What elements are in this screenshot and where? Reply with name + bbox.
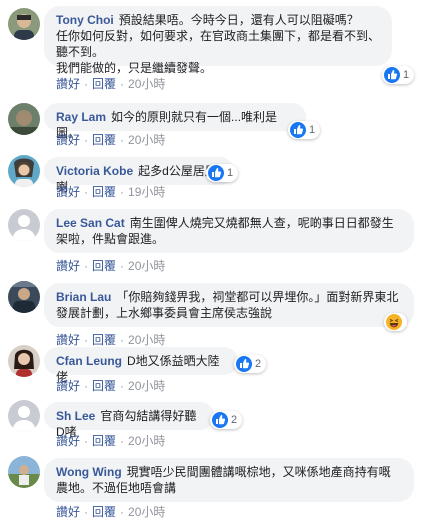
like-link[interactable]: 讚好: [56, 333, 80, 347]
comment-timestamp[interactable]: 20小時: [128, 505, 165, 519]
comment-actions: 讚好 · 回覆 · 20小時: [56, 133, 166, 147]
like-icon: [208, 165, 224, 181]
comment-timestamp[interactable]: 20小時: [128, 434, 165, 448]
comment-timestamp[interactable]: 19小時: [128, 185, 165, 199]
like-icon: [212, 412, 228, 428]
like-link[interactable]: 讚好: [56, 434, 80, 448]
like-icon: [384, 67, 400, 83]
reaction-badge[interactable]: 1: [382, 66, 415, 84]
comment-author[interactable]: Brian Lau: [56, 290, 111, 304]
avatar[interactable]: [8, 345, 40, 377]
comment-actions: 讚好 · 回覆 · 20小時: [56, 434, 166, 448]
avatar[interactable]: [8, 103, 40, 135]
comment-actions: 讚好 · 回覆 · 19小時: [56, 185, 166, 199]
like-icon: [290, 122, 306, 138]
avatar[interactable]: [8, 155, 40, 187]
like-link[interactable]: 讚好: [56, 259, 80, 273]
comment-timestamp[interactable]: 20小時: [128, 333, 165, 347]
comment-actions: 讚好 · 回覆 · 20小時: [56, 333, 166, 347]
comment-author[interactable]: Victoria Kobe: [56, 164, 133, 178]
comment-actions: 讚好 · 回覆 · 20小時: [56, 77, 166, 91]
like-icon: [236, 356, 252, 372]
comment-timestamp[interactable]: 20小時: [128, 379, 165, 393]
comment-author[interactable]: Cfan Leung: [56, 354, 122, 368]
comment-author[interactable]: Wong Wing: [56, 465, 122, 479]
comment-author[interactable]: Ray Lam: [56, 110, 106, 124]
comment-timestamp[interactable]: 20小時: [128, 259, 165, 273]
reaction-badge[interactable]: [384, 313, 407, 331]
reply-link[interactable]: 回覆: [92, 434, 116, 448]
reply-link[interactable]: 回覆: [92, 133, 116, 147]
avatar[interactable]: [8, 8, 40, 40]
comment-actions: 讚好 · 回覆 · 20小時: [56, 379, 166, 393]
comment-thread: Tony Choi 預設結果唔。今時今日，還有人可以阻礙嗎？ 任你如何反對，如何要…: [0, 0, 440, 522]
reaction-badge[interactable]: 2: [234, 355, 267, 373]
comment-bubble: Ray Lam 如今的原則就只有一個...唯利是圖。: [44, 103, 306, 140]
comment-author[interactable]: Lee San Cat: [56, 216, 125, 230]
reaction-count: 1: [403, 69, 410, 81]
reaction-badge[interactable]: 2: [210, 411, 243, 429]
like-link[interactable]: 讚好: [56, 133, 80, 147]
reply-link[interactable]: 回覆: [92, 333, 116, 347]
like-link[interactable]: 讚好: [56, 379, 80, 393]
avatar[interactable]: [8, 209, 40, 241]
reply-link[interactable]: 回覆: [92, 379, 116, 393]
reaction-badge[interactable]: 1: [206, 164, 239, 182]
haha-icon: [386, 314, 402, 330]
avatar[interactable]: [8, 281, 40, 313]
reply-link[interactable]: 回覆: [92, 505, 116, 519]
reply-link[interactable]: 回覆: [92, 259, 116, 273]
like-link[interactable]: 讚好: [56, 185, 80, 199]
reply-link[interactable]: 回覆: [92, 77, 116, 91]
comment-actions: 讚好 · 回覆 · 20小時: [56, 505, 166, 519]
reaction-count: 2: [231, 414, 238, 426]
reaction-count: 1: [309, 124, 316, 136]
comment-bubble: Lee San Cat 南生圍俾人燒完又燒都無人查，呢啲事日日都發生架啦，件點會跟…: [44, 209, 414, 253]
like-link[interactable]: 讚好: [56, 505, 80, 519]
comment-bubble: Wong Wing 現實唔少民間團體講嘅棕地，又咪係地產商持有嘅農地。不過佢地唔會…: [44, 458, 414, 502]
reply-link[interactable]: 回覆: [92, 185, 116, 199]
comment-bubble: Cfan Leung D地又係益晒大陸佬: [44, 347, 238, 384]
comment-bubble: Tony Choi 預設結果唔。今時今日，還有人可以阻礙嗎？ 任你如何反對，如何要…: [44, 6, 392, 75]
reaction-count: 2: [255, 358, 262, 370]
comment-author[interactable]: Sh Lee: [56, 409, 95, 423]
avatar[interactable]: [8, 400, 40, 432]
comment-timestamp[interactable]: 20小時: [128, 77, 165, 91]
like-link[interactable]: 讚好: [56, 77, 80, 91]
avatar[interactable]: [8, 456, 40, 488]
comment-bubble: Brian Lau 「你賠夠錢畀我，祠堂都可以畀埋你。」面對新界東北發展計劃，上水…: [44, 283, 414, 327]
reaction-count: 1: [227, 167, 234, 179]
comment-author[interactable]: Tony Choi: [56, 13, 114, 27]
comment-timestamp[interactable]: 20小時: [128, 133, 165, 147]
comment-bubble: Sh Lee 官商勾結講得好聽D啫: [44, 402, 214, 439]
comment-actions: 讚好 · 回覆 · 20小時: [56, 259, 166, 273]
reaction-badge[interactable]: 1: [288, 121, 321, 139]
